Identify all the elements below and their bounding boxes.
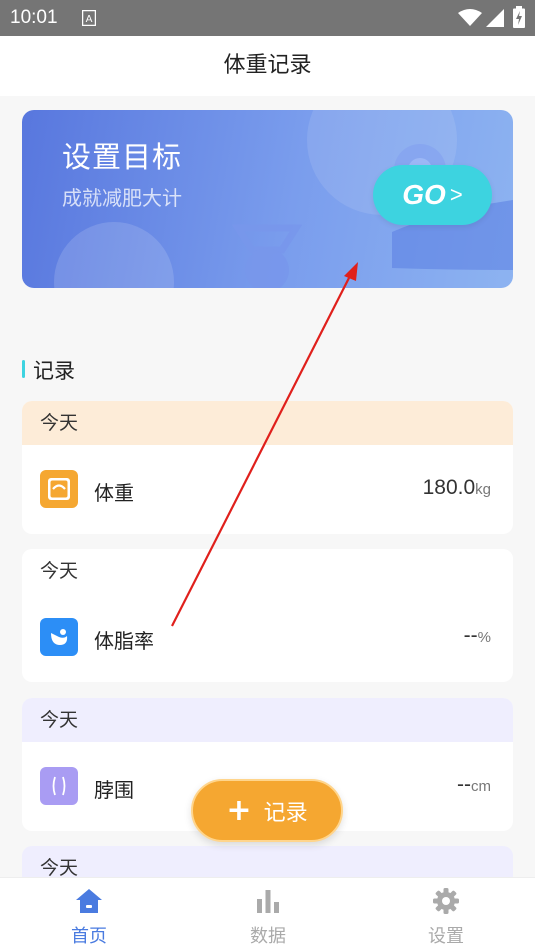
go-label: GO — [402, 179, 446, 210]
nav-item-settings[interactable]: 设置 — [386, 878, 506, 951]
record-row[interactable]: 体重 180.0kg — [22, 445, 513, 534]
battery-icon — [513, 6, 525, 32]
section-accent-bar — [22, 360, 25, 378]
record-value: 180.0 — [422, 476, 476, 499]
go-button[interactable]: GO > — [373, 165, 492, 225]
record-value-weight: 180.0kg — [423, 476, 491, 500]
goal-banner[interactable]: 设置目标 成就减肥大计 GO > — [22, 110, 513, 288]
banner-decoration-circle — [54, 222, 174, 288]
record-name: 脖围 — [94, 778, 134, 802]
bottom-nav: 首页 数据 设置 — [0, 877, 535, 951]
signal-icon — [486, 9, 504, 31]
record-card-weight[interactable]: 今天 体重 180.0kg — [22, 401, 513, 534]
status-time: 10:01 — [10, 7, 58, 28]
page-title: 体重记录 — [223, 53, 312, 78]
add-record-button[interactable]: + 记录 — [191, 779, 343, 842]
record-name: 体重 — [94, 481, 134, 505]
home-icon — [75, 887, 103, 915]
scale-icon — [40, 470, 78, 508]
nav-label: 设置 — [428, 926, 464, 947]
record-value-neck: --cm — [457, 773, 491, 797]
nav-item-home[interactable]: 首页 — [29, 878, 149, 951]
notification-letter: A — [86, 14, 93, 25]
status-bar: 10:01 A — [0, 0, 535, 36]
record-unit: % — [477, 629, 491, 646]
record-value-body-fat: --% — [464, 624, 491, 648]
record-name: 体脂率 — [94, 629, 154, 653]
record-date: 今天 — [22, 698, 513, 742]
record-unit: cm — [471, 778, 491, 795]
record-unit: kg — [475, 481, 491, 498]
neck-icon — [40, 767, 78, 805]
nav-item-data[interactable]: 数据 — [208, 878, 328, 951]
body-fat-icon — [40, 618, 78, 656]
record-date: 今天 — [22, 549, 513, 593]
section-title: 记录 — [33, 359, 75, 383]
plus-icon: + — [226, 792, 252, 828]
record-date: 今天 — [22, 401, 513, 445]
nav-label: 首页 — [71, 926, 107, 947]
record-row[interactable]: 体脂率 --% — [22, 593, 513, 682]
bar-chart-icon — [254, 887, 282, 915]
record-value: -- — [457, 773, 471, 796]
add-record-label: 记录 — [263, 800, 308, 826]
gear-icon — [432, 887, 460, 915]
wifi-icon — [458, 9, 482, 31]
record-card-body-fat[interactable]: 今天 体脂率 --% — [22, 549, 513, 682]
record-value: -- — [463, 624, 478, 647]
nav-label: 数据 — [250, 926, 286, 947]
kettlebell-icon — [231, 222, 303, 288]
title-bar: 体重记录 — [0, 36, 535, 96]
banner-title: 设置目标 — [62, 140, 183, 174]
chevron-right-icon: > — [449, 182, 463, 207]
banner-subtitle: 成就减肥大计 — [62, 186, 182, 210]
notification-icon: A — [81, 9, 97, 30]
